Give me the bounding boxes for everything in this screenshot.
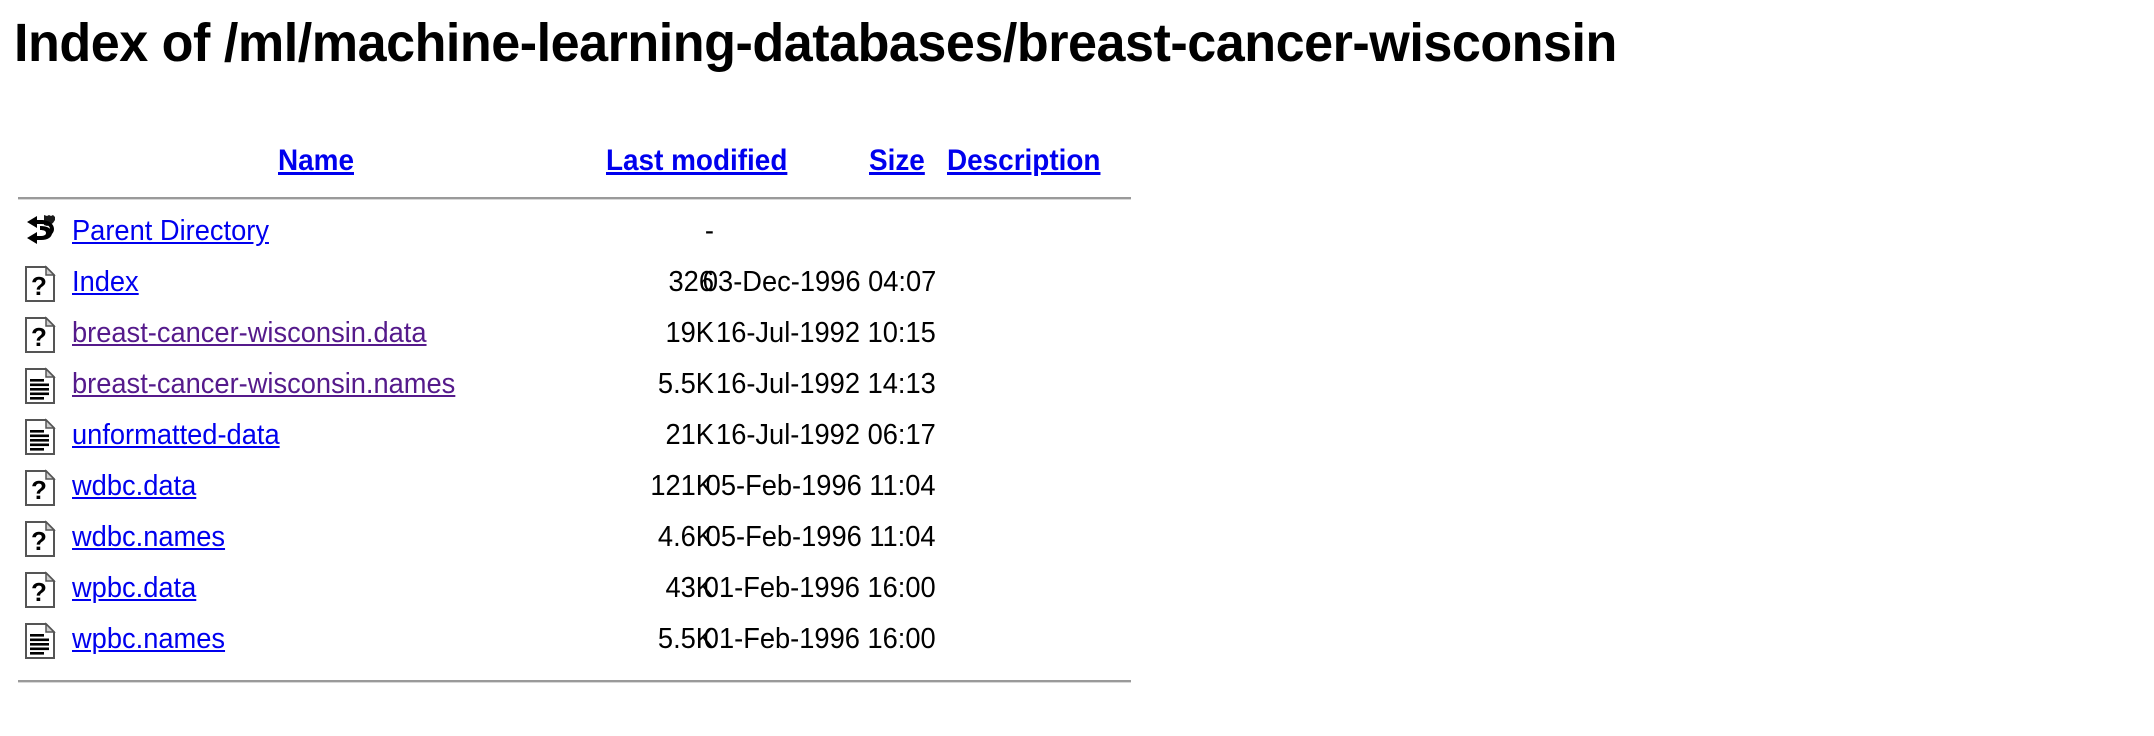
table-row: ? wdbc.data 05-Feb-1996 11:04 121K <box>14 463 1144 514</box>
listing-header-row: Name Last modified Size Description <box>14 140 1144 188</box>
size-value: 4.6K <box>657 521 714 553</box>
size-value: 5.5K <box>657 623 714 655</box>
size-value: 19K <box>665 317 714 349</box>
svg-text:?: ? <box>31 526 47 556</box>
text-file-icon <box>24 367 58 405</box>
sort-by-description-link[interactable]: Description <box>947 140 1100 182</box>
table-row: wpbc.names 01-Feb-1996 16:00 5.5K <box>14 616 1144 667</box>
size-value: 21K <box>665 419 714 451</box>
unknown-file-icon: ? <box>24 520 58 558</box>
svg-text:?: ? <box>31 475 47 505</box>
size-value: 43K <box>665 572 714 604</box>
file-name-link[interactable]: Index <box>72 259 139 305</box>
page-title: Index of /ml/machine-learning-databases/… <box>14 13 1617 73</box>
file-name-link[interactable]: wpbc.names <box>72 616 225 662</box>
file-name-link[interactable]: breast-cancer-wisconsin.names <box>72 361 455 407</box>
unknown-file-icon: ? <box>24 316 58 354</box>
sort-by-last-modified-link[interactable]: Last modified <box>606 140 787 182</box>
file-name-link[interactable]: wpbc.data <box>72 565 196 611</box>
sort-by-size-link[interactable]: Size <box>869 140 925 182</box>
back-arrow-icon <box>24 214 58 252</box>
table-row: ? Index 03-Dec-1996 04:07 326 <box>14 259 1144 310</box>
last-modified-value: 16-Jul-1992 10:15 <box>716 317 936 349</box>
last-modified-value: 16-Jul-1992 06:17 <box>716 419 936 451</box>
last-modified-value: 16-Jul-1992 14:13 <box>716 368 936 400</box>
file-name-link[interactable]: unformatted-data <box>72 412 280 458</box>
unknown-file-icon: ? <box>24 469 58 507</box>
table-row: breast-cancer-wisconsin.names 16-Jul-1992… <box>14 361 1144 412</box>
text-file-icon <box>24 622 58 660</box>
table-row: Parent Directory - <box>14 208 1144 259</box>
svg-text:?: ? <box>31 271 47 301</box>
table-row: ? wdbc.names 05-Feb-1996 11:04 4.6K <box>14 514 1144 565</box>
size-value: 121K <box>650 470 714 502</box>
size-value: 326 <box>668 266 714 298</box>
unknown-file-icon: ? <box>24 571 58 609</box>
size-value: 5.5K <box>657 368 714 400</box>
svg-text:?: ? <box>31 577 47 607</box>
svg-text:?: ? <box>31 322 47 352</box>
file-name-link[interactable]: wdbc.data <box>72 463 196 509</box>
file-name-link[interactable]: breast-cancer-wisconsin.data <box>72 310 427 356</box>
last-modified-value: 01-Feb-1996 16:00 <box>704 572 936 604</box>
footer-divider <box>18 680 1131 683</box>
table-row: ? wpbc.data 01-Feb-1996 16:00 43K <box>14 565 1144 616</box>
last-modified-value: 01-Feb-1996 16:00 <box>704 623 936 655</box>
table-row: ? breast-cancer-wisconsin.data 16-Jul-1992… <box>14 310 1144 361</box>
file-name-link[interactable]: wdbc.names <box>72 514 225 560</box>
last-modified-value: 03-Dec-1996 04:07 <box>702 266 936 298</box>
directory-index-page: Index of /ml/machine-learning-databases/… <box>0 0 2154 736</box>
file-name-link[interactable]: Parent Directory <box>72 208 269 254</box>
unknown-file-icon: ? <box>24 265 58 303</box>
last-modified-value: 05-Feb-1996 11:04 <box>706 521 936 553</box>
table-row: unformatted-data 16-Jul-1992 06:17 21K <box>14 412 1144 463</box>
sort-by-name-link[interactable]: Name <box>278 140 354 182</box>
size-placeholder: - <box>704 215 714 247</box>
directory-listing: Name Last modified Size Description Pare… <box>14 140 1144 683</box>
listing-rows: Parent Directory -? Index 03-Dec-1996 04:07… <box>14 200 1144 667</box>
text-file-icon <box>24 418 58 456</box>
last-modified-value: 05-Feb-1996 11:04 <box>706 470 936 502</box>
